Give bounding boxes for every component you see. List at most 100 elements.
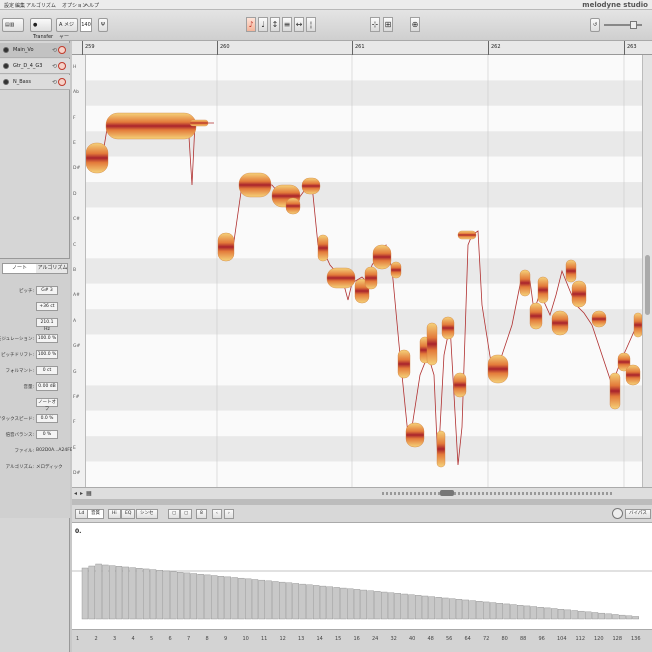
vertical-scroll-thumb[interactable]: [645, 255, 650, 315]
harmonic-bar[interactable]: [326, 586, 334, 620]
track-record-icon[interactable]: [58, 46, 66, 54]
harmonic-bar[interactable]: [102, 564, 109, 620]
harmonic-bar[interactable]: [517, 605, 524, 620]
note-blob[interactable]: [364, 266, 378, 290]
volume-slider-thumb[interactable]: [630, 21, 637, 29]
harmonic-bar[interactable]: [632, 616, 639, 620]
menu-help[interactable]: ヘルプ: [84, 2, 99, 9]
harmonic-bar[interactable]: [408, 594, 415, 620]
note-blob[interactable]: [551, 310, 569, 336]
harmonic-bar[interactable]: [367, 590, 374, 620]
overview-waveform[interactable]: [382, 492, 612, 495]
tab-tone[interactable]: 音質: [87, 509, 104, 519]
formant-tool-button[interactable]: ↕: [270, 17, 280, 32]
track-item[interactable]: Main_Vo ⟲: [0, 43, 70, 58]
inspector-value-field[interactable]: 100.0 %: [36, 334, 58, 343]
zoom-out-icon[interactable]: ◂: [74, 490, 77, 497]
harmonic-bar[interactable]: [210, 575, 218, 620]
harmonic-bar[interactable]: [449, 598, 456, 620]
note-blob[interactable]: [317, 234, 329, 262]
harmonic-bar[interactable]: [129, 567, 136, 620]
track-mute-icon[interactable]: ⟲: [52, 47, 57, 54]
harmonic-bar[interactable]: [95, 563, 102, 620]
track-mute-icon[interactable]: ⟲: [52, 63, 57, 70]
note-editor-canvas[interactable]: [72, 55, 642, 487]
harmonic-bar[interactable]: [306, 584, 313, 620]
note-blob[interactable]: [301, 177, 321, 195]
horizontal-scroll-thumb[interactable]: [440, 490, 454, 496]
harmonic-bar[interactable]: [176, 572, 184, 620]
harmonic-bar[interactable]: [231, 577, 238, 620]
volume-slider[interactable]: [604, 21, 642, 29]
note-blob[interactable]: [609, 372, 621, 410]
harmonic-count[interactable]: 8: [196, 509, 207, 519]
harmonic-bar[interactable]: [571, 610, 578, 620]
harmonic-bar[interactable]: [265, 580, 272, 620]
harmonic-bar[interactable]: [312, 585, 320, 620]
zoom-in-icon[interactable]: ▸: [80, 490, 83, 497]
harmonic-bar[interactable]: [122, 566, 129, 620]
harmonic-bar[interactable]: [381, 591, 388, 620]
navigator-icon[interactable]: ▦: [86, 490, 92, 497]
harmonic-bar[interactable]: [333, 587, 340, 620]
harmonic-bar[interactable]: [156, 570, 164, 620]
step-down-button[interactable]: ‹: [212, 509, 222, 519]
inspector-value-field[interactable]: 100.0 %: [36, 350, 58, 359]
harmonic-bar[interactable]: [619, 614, 626, 620]
harmonic-bar[interactable]: [238, 577, 245, 620]
inspector-value-field[interactable]: G# 3: [36, 286, 58, 295]
track-record-icon[interactable]: [58, 78, 66, 86]
harmonic-bar[interactable]: [394, 593, 401, 620]
harmonic-bar[interactable]: [476, 601, 483, 620]
note-blob[interactable]: [238, 172, 272, 198]
harmonic-bar[interactable]: [81, 567, 89, 620]
note-blob[interactable]: [436, 430, 446, 468]
inspector-value-field[interactable]: 0 ct: [36, 366, 58, 375]
harmonic-bar[interactable]: [170, 571, 177, 620]
tempo-field[interactable]: 140: [80, 18, 92, 32]
note-blob[interactable]: [405, 422, 425, 448]
note-blob[interactable]: [189, 119, 209, 127]
note-blob[interactable]: [591, 310, 607, 328]
pitch-tool-button[interactable]: ♩: [258, 17, 268, 32]
harmonic-bar[interactable]: [251, 579, 259, 620]
harmonic-bar[interactable]: [585, 611, 592, 620]
time-tool-button[interactable]: ↔: [294, 17, 304, 32]
note-blob[interactable]: [565, 259, 577, 283]
harmonic-bar[interactable]: [591, 612, 599, 620]
menu-settings[interactable]: 設定: [4, 2, 14, 9]
harmonic-bar[interactable]: [244, 578, 252, 620]
harmonic-bar[interactable]: [278, 581, 286, 620]
harmonic-bar[interactable]: [469, 600, 476, 620]
scale-mode-button[interactable]: A メジャー: [56, 18, 78, 40]
harmonic-bar[interactable]: [564, 609, 571, 620]
harmonic-bar[interactable]: [415, 595, 422, 620]
harmonic-bar[interactable]: [605, 613, 612, 620]
track-item[interactable]: Gtr_D_4_G3 ⟲: [0, 59, 70, 74]
note-blob[interactable]: [85, 142, 109, 174]
note-blob[interactable]: [529, 302, 543, 330]
harmonic-bar[interactable]: [299, 583, 306, 620]
harmonic-bar[interactable]: [340, 587, 347, 620]
harmonic-bar[interactable]: [625, 615, 633, 620]
view-toggle-button[interactable]: ▤▥: [2, 18, 24, 32]
note-blob[interactable]: [457, 230, 477, 240]
note-blob[interactable]: [105, 112, 197, 140]
harmonic-bar[interactable]: [421, 595, 429, 620]
note-blob[interactable]: [326, 267, 356, 289]
harmonic-bar[interactable]: [353, 589, 361, 620]
amplitude-tool-button[interactable]: ≡: [282, 17, 292, 32]
bypass-button[interactable]: バイパス: [625, 509, 651, 519]
harmonic-bar[interactable]: [360, 589, 367, 620]
note-editor[interactable]: H Ab F E D# D C# C B A# A G# G F# F E D#: [72, 55, 642, 487]
harmonic-bar[interactable]: [163, 570, 170, 620]
harmonic-bar[interactable]: [612, 614, 619, 620]
harmonic-bar[interactable]: [530, 606, 537, 620]
harmonic-bar[interactable]: [347, 588, 354, 620]
timeline-ruler[interactable]: 259 260 261 262 263: [72, 41, 652, 55]
note-blob[interactable]: [217, 232, 235, 262]
menu-edit[interactable]: 編集: [15, 2, 25, 9]
track-record-icon[interactable]: [58, 62, 66, 70]
main-tool-button[interactable]: ♪: [246, 17, 256, 32]
harmonic-bar[interactable]: [183, 572, 191, 620]
